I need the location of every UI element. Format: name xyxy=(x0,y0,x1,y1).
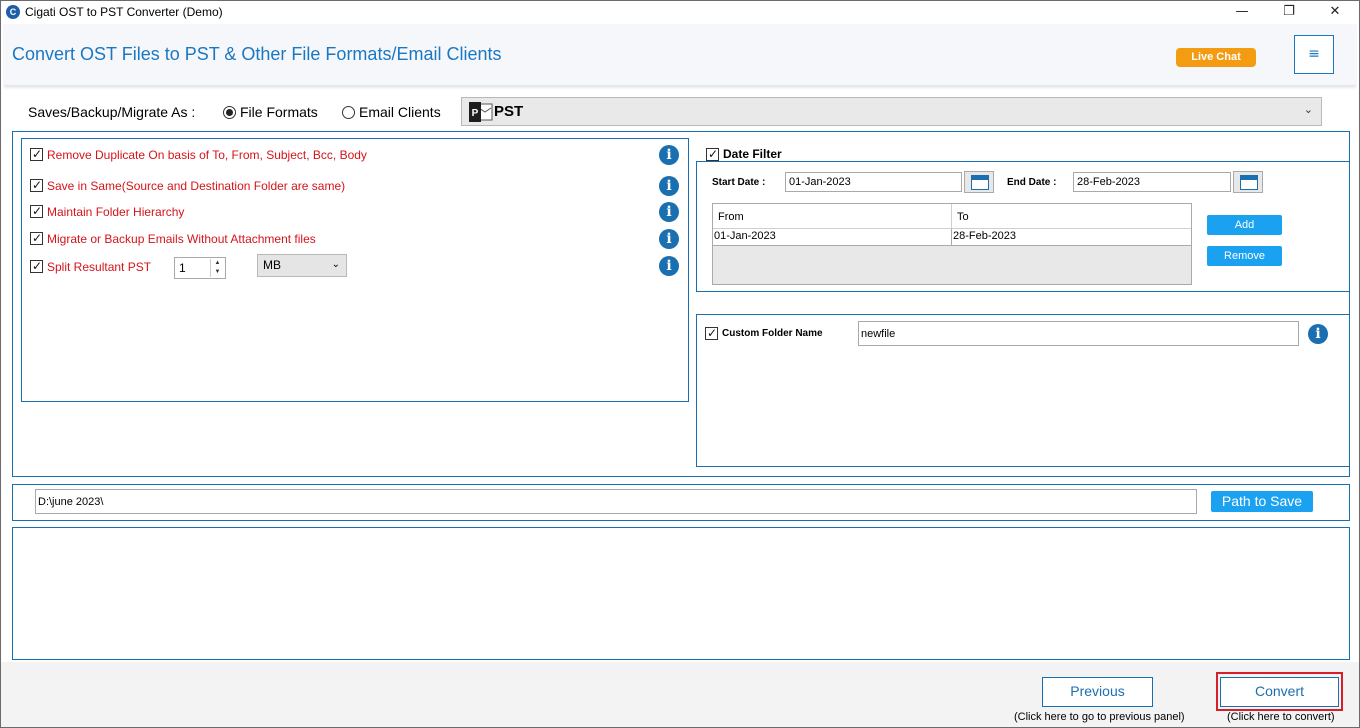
checkbox-without-attachment[interactable] xyxy=(30,231,43,245)
previous-hint: (Click here to go to previous panel) xyxy=(1014,711,1185,723)
option-without-attachment-label: Migrate or Backup Emails Without Attachm… xyxy=(47,232,316,246)
end-date-field[interactable]: 28-Feb-2023 xyxy=(1073,172,1231,192)
cell-from: 01-Jan-2023 xyxy=(714,230,776,242)
remove-date-button[interactable]: Remove xyxy=(1207,246,1282,266)
info-icon[interactable]: i xyxy=(659,256,679,276)
option-split-pst-label: Split Resultant PST xyxy=(47,260,152,274)
window-title: Cigati OST to PST Converter (Demo) xyxy=(25,5,223,19)
split-size-stepper[interactable]: 1 ▲ ▼ xyxy=(174,257,226,279)
info-icon[interactable]: i xyxy=(659,176,679,196)
add-date-button[interactable]: Add xyxy=(1207,215,1282,235)
info-icon[interactable]: i xyxy=(659,202,679,222)
option-remove-duplicate-label: Remove Duplicate On basis of To, From, S… xyxy=(47,148,367,162)
format-selected-value: PST xyxy=(494,103,524,120)
split-unit-value: MB xyxy=(263,258,281,272)
radio-email-clients-label[interactable]: Email Clients xyxy=(359,104,441,120)
minimize-button[interactable]: — xyxy=(1219,1,1265,23)
start-date-label: Start Date : xyxy=(712,177,766,188)
stepper-up-icon[interactable]: ▲ xyxy=(211,259,224,268)
column-header-to: To xyxy=(957,211,969,223)
svg-text:P: P xyxy=(472,108,479,119)
checkbox-save-in-same[interactable] xyxy=(30,178,43,192)
split-unit-select[interactable]: MB ⌄ xyxy=(257,254,347,277)
column-header-from: From xyxy=(718,211,744,223)
app-header: Convert OST Files to PST & Other File Fo… xyxy=(4,24,1356,86)
custom-folder-input[interactable]: newfile xyxy=(858,321,1299,346)
end-date-label: End Date : xyxy=(1007,177,1057,188)
table-row[interactable]: 01-Jan-2023 28-Feb-2023 xyxy=(713,229,1191,246)
info-icon[interactable]: i xyxy=(659,145,679,165)
maximize-button[interactable]: ❐ xyxy=(1266,1,1312,23)
custom-folder-label: Custom Folder Name xyxy=(722,328,823,339)
checkbox-custom-folder[interactable] xyxy=(705,326,718,340)
page-title: Convert OST Files to PST & Other File Fo… xyxy=(12,44,502,64)
date-filter-label: Date Filter xyxy=(723,147,782,161)
radio-email-clients[interactable] xyxy=(342,106,355,119)
title-bar: C Cigati OST to PST Converter (Demo) — ❐… xyxy=(1,1,1359,23)
hamburger-menu-icon[interactable]: ≡ xyxy=(1294,35,1334,74)
path-to-save-button[interactable]: Path to Save xyxy=(1211,491,1313,512)
format-select[interactable]: P PST ⌄ xyxy=(461,97,1322,126)
start-date-field[interactable]: 01-Jan-2023 xyxy=(785,172,962,192)
convert-hint: (Click here to convert) xyxy=(1227,711,1335,723)
calendar-icon xyxy=(971,175,989,190)
radio-file-formats[interactable] xyxy=(223,106,236,119)
chevron-down-icon: ⌄ xyxy=(331,259,340,270)
app-icon: C xyxy=(6,5,20,19)
checkbox-date-filter[interactable] xyxy=(706,147,719,161)
convert-button[interactable]: Convert xyxy=(1220,677,1339,707)
previous-button[interactable]: Previous xyxy=(1042,677,1153,707)
close-button[interactable]: ✕ xyxy=(1312,1,1358,23)
checkbox-split-pst[interactable] xyxy=(30,259,43,273)
cell-to: 28-Feb-2023 xyxy=(953,230,1016,242)
log-panel xyxy=(12,527,1350,660)
start-date-calendar-button[interactable] xyxy=(964,171,994,193)
chevron-down-icon: ⌄ xyxy=(1303,104,1313,116)
end-date-calendar-button[interactable] xyxy=(1233,171,1263,193)
live-chat-button[interactable]: Live Chat xyxy=(1176,48,1256,67)
checkbox-maintain-hierarchy[interactable] xyxy=(30,204,43,218)
outlook-pst-icon: P xyxy=(469,102,493,122)
radio-file-formats-label[interactable]: File Formats xyxy=(240,104,318,120)
stepper-down-icon[interactable]: ▼ xyxy=(211,268,224,277)
save-path-input[interactable]: D:\june 2023\ xyxy=(35,489,1197,514)
info-icon[interactable]: i xyxy=(659,229,679,249)
option-save-in-same-label: Save in Same(Source and Destination Fold… xyxy=(47,179,346,193)
info-icon[interactable]: i xyxy=(1308,324,1328,344)
date-range-table: From To 01-Jan-2023 28-Feb-2023 xyxy=(712,203,1192,285)
option-maintain-hierarchy-label: Maintain Folder Hierarchy xyxy=(47,205,185,219)
calendar-icon xyxy=(1240,175,1258,190)
table-header: From To xyxy=(713,204,1191,229)
checkbox-remove-duplicate[interactable] xyxy=(30,147,43,161)
save-as-label: Saves/Backup/Migrate As : xyxy=(28,104,196,120)
split-size-value: 1 xyxy=(179,261,186,275)
